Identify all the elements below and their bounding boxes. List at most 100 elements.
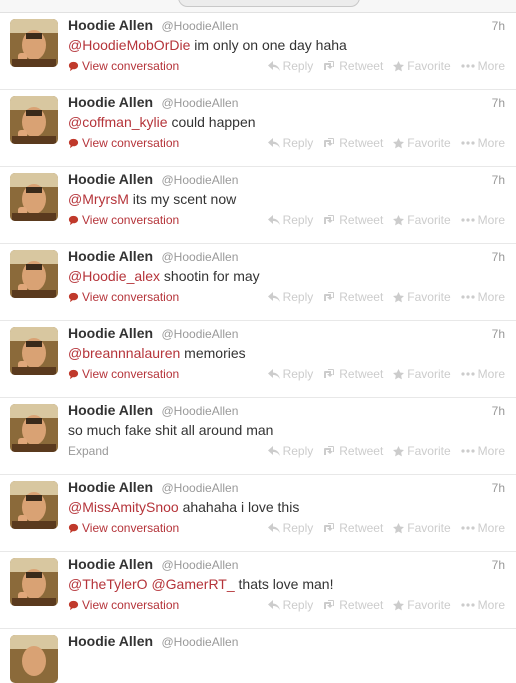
author-handle[interactable]: @HoodieAllen bbox=[162, 250, 239, 264]
avatar[interactable] bbox=[10, 558, 58, 606]
avatar[interactable] bbox=[10, 481, 58, 529]
view-conversation-link[interactable]: View conversation bbox=[68, 136, 179, 150]
reply-button[interactable]: Reply bbox=[267, 444, 313, 458]
author-handle[interactable]: @HoodieAllen bbox=[162, 327, 239, 341]
expand-link[interactable]: Expand bbox=[68, 444, 109, 458]
author-name[interactable]: Hoodie Allen bbox=[68, 556, 153, 572]
retweet-button[interactable]: Retweet bbox=[323, 521, 383, 535]
reply-button[interactable]: Reply bbox=[267, 367, 313, 381]
retweet-button[interactable]: Retweet bbox=[323, 136, 383, 150]
tweet-time[interactable]: 7h bbox=[492, 327, 505, 341]
author-name[interactable]: Hoodie Allen bbox=[68, 325, 153, 341]
favorite-button[interactable]: Favorite bbox=[393, 521, 451, 535]
retweet-button[interactable]: Retweet bbox=[323, 213, 383, 227]
tweet-item[interactable]: Hoodie Allen @HoodieAllen 7h @breannnala… bbox=[0, 321, 516, 398]
author-handle[interactable]: @HoodieAllen bbox=[162, 558, 239, 572]
tweet-time[interactable]: 7h bbox=[492, 250, 505, 264]
more-button[interactable]: More bbox=[461, 290, 505, 304]
view-conversation-link[interactable]: View conversation bbox=[68, 598, 179, 612]
author-handle[interactable]: @HoodieAllen bbox=[162, 173, 239, 187]
author-handle[interactable]: @HoodieAllen bbox=[162, 404, 239, 418]
avatar[interactable] bbox=[10, 327, 58, 375]
author-row: Hoodie Allen @HoodieAllen bbox=[68, 248, 238, 266]
more-button[interactable]: More bbox=[461, 136, 505, 150]
mention-link[interactable]: @TheTylerO @GamerRT_ bbox=[68, 576, 235, 592]
mention-link[interactable]: @MryrsM bbox=[68, 191, 129, 207]
author-handle[interactable]: @HoodieAllen bbox=[162, 96, 239, 110]
favorite-button[interactable]: Favorite bbox=[393, 290, 451, 304]
favorite-button[interactable]: Favorite bbox=[393, 444, 451, 458]
tweet-item[interactable]: Hoodie Allen @HoodieAllen 7h @MissAmityS… bbox=[0, 475, 516, 552]
view-conversation-link[interactable]: View conversation bbox=[68, 290, 179, 304]
avatar[interactable] bbox=[10, 173, 58, 221]
tweet-time[interactable]: 7h bbox=[492, 558, 505, 572]
more-button[interactable]: More bbox=[461, 444, 505, 458]
search-field[interactable] bbox=[178, 0, 360, 7]
tweet-time[interactable]: 7h bbox=[492, 96, 505, 110]
mention-link[interactable]: @coffman_kylie bbox=[68, 114, 168, 130]
more-button[interactable]: More bbox=[461, 213, 505, 227]
tweet-item[interactable]: Hoodie Allen @HoodieAllen 7h @MryrsM its… bbox=[0, 167, 516, 244]
author-handle[interactable]: @HoodieAllen bbox=[162, 481, 239, 495]
avatar[interactable] bbox=[10, 19, 58, 67]
reply-button[interactable]: Reply bbox=[267, 598, 313, 612]
tweet-time[interactable]: 7h bbox=[492, 173, 505, 187]
reply-button[interactable]: Reply bbox=[267, 213, 313, 227]
view-conversation-label: View conversation bbox=[82, 136, 180, 150]
favorite-label: Favorite bbox=[407, 213, 451, 227]
avatar[interactable] bbox=[10, 96, 58, 144]
mention-link[interactable]: @MissAmitySnoo bbox=[68, 499, 179, 515]
favorite-button[interactable]: Favorite bbox=[393, 59, 451, 73]
author-name[interactable]: Hoodie Allen bbox=[68, 17, 153, 33]
retweet-button[interactable]: Retweet bbox=[323, 598, 383, 612]
author-handle[interactable]: @HoodieAllen bbox=[162, 19, 239, 33]
author-name[interactable]: Hoodie Allen bbox=[68, 479, 153, 495]
mention-link[interactable]: @HoodieMobOrDie bbox=[68, 37, 190, 53]
author-name[interactable]: Hoodie Allen bbox=[68, 171, 153, 187]
star-icon bbox=[393, 137, 405, 148]
author-name[interactable]: Hoodie Allen bbox=[68, 402, 153, 418]
tweet-item[interactable]: Hoodie Allen @HoodieAllen 7h @coffman_ky… bbox=[0, 90, 516, 167]
tweet-item-partial[interactable]: Hoodie Allen @HoodieAllen bbox=[0, 629, 516, 683]
favorite-button[interactable]: Favorite bbox=[393, 598, 451, 612]
author-name[interactable]: Hoodie Allen bbox=[68, 633, 153, 649]
author-handle[interactable]: @HoodieAllen bbox=[162, 635, 239, 649]
reply-button[interactable]: Reply bbox=[267, 290, 313, 304]
tweet-time[interactable]: 7h bbox=[492, 19, 505, 33]
avatar[interactable] bbox=[10, 404, 58, 452]
favorite-button[interactable]: Favorite bbox=[393, 367, 451, 381]
view-conversation-link[interactable]: View conversation bbox=[68, 367, 179, 381]
tweet-item[interactable]: Hoodie Allen @HoodieAllen 7h so much fak… bbox=[0, 398, 516, 475]
retweet-label: Retweet bbox=[339, 136, 384, 150]
tweet-item[interactable]: Hoodie Allen @HoodieAllen 7h @TheTylerO … bbox=[0, 552, 516, 629]
view-conversation-link[interactable]: View conversation bbox=[68, 521, 179, 535]
tweet-time[interactable]: 7h bbox=[492, 404, 505, 418]
view-conversation-link[interactable]: View conversation bbox=[68, 59, 179, 73]
author-row: Hoodie Allen @HoodieAllen bbox=[68, 556, 238, 574]
avatar[interactable] bbox=[10, 250, 58, 298]
favorite-button[interactable]: Favorite bbox=[393, 213, 451, 227]
more-button[interactable]: More bbox=[461, 367, 505, 381]
reply-label: Reply bbox=[282, 521, 314, 535]
author-name[interactable]: Hoodie Allen bbox=[68, 248, 153, 264]
tweet-item[interactable]: Hoodie Allen @HoodieAllen 7h @HoodieMobO… bbox=[0, 13, 516, 90]
author-name[interactable]: Hoodie Allen bbox=[68, 94, 153, 110]
more-button[interactable]: More bbox=[461, 521, 505, 535]
tweet-item[interactable]: Hoodie Allen @HoodieAllen 7h @Hoodie_ale… bbox=[0, 244, 516, 321]
more-label: More bbox=[477, 444, 505, 458]
tweet-time[interactable]: 7h bbox=[492, 481, 505, 495]
avatar[interactable] bbox=[10, 635, 58, 683]
more-button[interactable]: More bbox=[461, 598, 505, 612]
reply-button[interactable]: Reply bbox=[267, 136, 313, 150]
retweet-button[interactable]: Retweet bbox=[323, 290, 383, 304]
reply-button[interactable]: Reply bbox=[267, 521, 314, 535]
view-conversation-link[interactable]: View conversation bbox=[68, 213, 179, 227]
retweet-button[interactable]: Retweet bbox=[323, 59, 383, 73]
favorite-button[interactable]: Favorite bbox=[393, 136, 451, 150]
mention-link[interactable]: @breannnalauren bbox=[68, 345, 180, 361]
more-button[interactable]: More bbox=[461, 59, 505, 73]
retweet-button[interactable]: Retweet bbox=[323, 367, 383, 381]
mention-link[interactable]: @Hoodie_alex bbox=[68, 268, 160, 284]
reply-button[interactable]: Reply bbox=[267, 59, 313, 73]
retweet-button[interactable]: Retweet bbox=[323, 444, 383, 458]
